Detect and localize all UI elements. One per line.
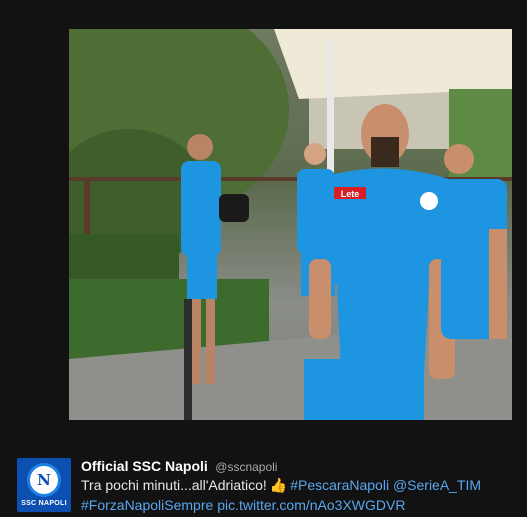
tweet: N SSC NAPOLI Official SSC Napoli @sscnap…: [0, 440, 527, 517]
bollard: [184, 299, 192, 420]
avatar-text: SSC NAPOLI: [21, 500, 67, 507]
hashtag-forzanapolisempre[interactable]: #ForzaNapoliSempre: [81, 497, 213, 513]
fence-post: [84, 177, 90, 237]
pic-link[interactable]: pic.twitter.com/nAo3XWGDVR: [217, 497, 405, 513]
tweet-text-line1: Tra pochi minuti...all'Adriatico! 👍 #Pesca…: [81, 477, 481, 494]
thumbs-up-icon: 👍: [269, 477, 288, 493]
mention-seriea[interactable]: @SerieA_TIM: [393, 477, 481, 493]
hashtag-pescaranapoli[interactable]: #PescaraNapoli: [290, 477, 389, 493]
user-handle[interactable]: @sscnapoli: [215, 460, 277, 474]
photo-scene: Lete: [69, 29, 512, 420]
napoli-crest-icon: N: [27, 463, 61, 497]
tweet-photo[interactable]: Lete: [69, 29, 512, 420]
display-name[interactable]: Official SSC Napoli: [81, 458, 208, 474]
svg-text:Lete: Lete: [341, 189, 360, 199]
awning: [274, 29, 512, 99]
tweet-text: Tra pochi minuti...all'Adriatico!: [81, 477, 267, 493]
avatar[interactable]: N SSC NAPOLI: [17, 458, 71, 512]
tweet-header: Official SSC Napoli @sscnapoli: [81, 458, 277, 476]
tweet-text-line2: #ForzaNapoliSempre pic.twitter.com/nAo3X…: [81, 497, 405, 513]
